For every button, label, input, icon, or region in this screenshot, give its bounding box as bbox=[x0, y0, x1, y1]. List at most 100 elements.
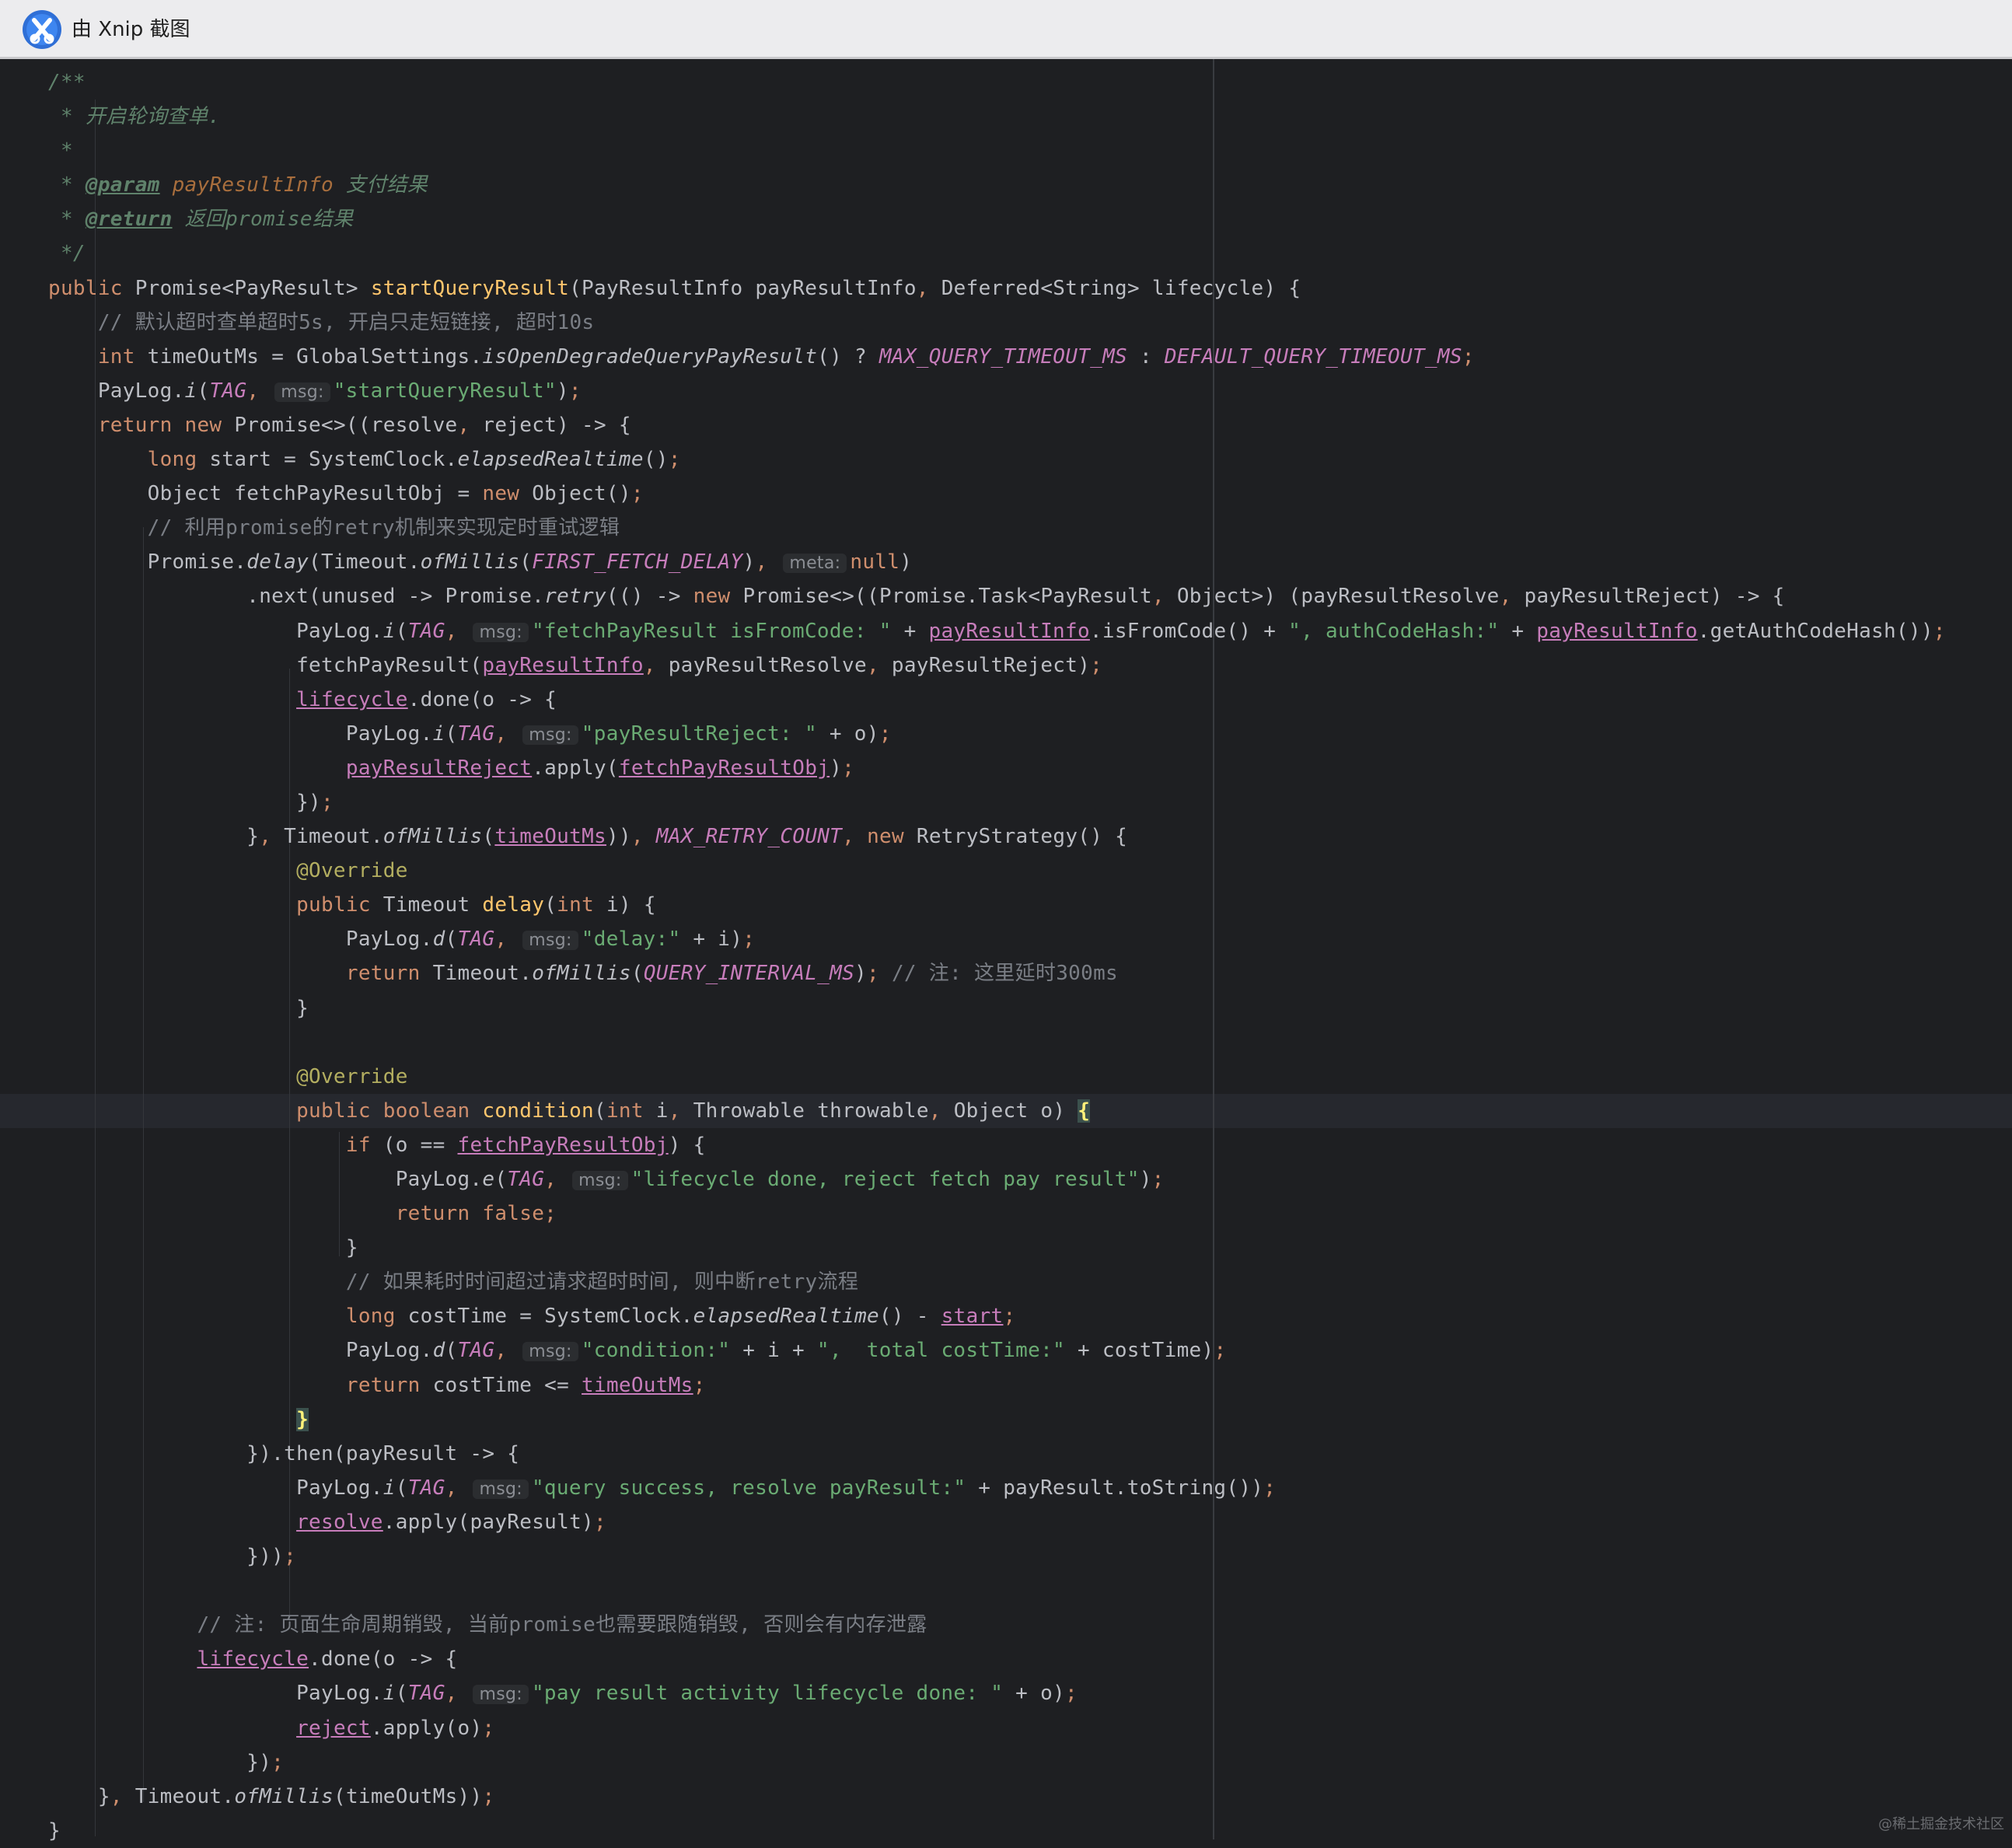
annotation: @Override bbox=[48, 1064, 408, 1088]
code-line[interactable]: return false; bbox=[48, 1196, 2012, 1231]
code-line[interactable]: lifecycle.done(o -> { bbox=[48, 683, 2012, 717]
punctuation: , bbox=[246, 379, 272, 403]
code-text: Promise<PayResult> bbox=[134, 276, 371, 300]
punctuation: , bbox=[1499, 585, 1525, 609]
code-line[interactable]: return Timeout.ofMillis(QUERY_INTERVAL_M… bbox=[48, 956, 2012, 990]
code-line[interactable]: * bbox=[48, 134, 2012, 168]
code-line[interactable]: public boolean condition(int i, Throwabl… bbox=[48, 1094, 2012, 1128]
code-line[interactable]: })); bbox=[48, 1539, 2012, 1574]
code-text: Timeout. bbox=[284, 825, 383, 849]
code-line[interactable]: payResultReject.apply(fetchPayResultObj)… bbox=[48, 751, 2012, 785]
code-text: } bbox=[48, 1818, 61, 1843]
code-line[interactable]: PayLog.d(TAG, msg: "delay:" + i); bbox=[48, 922, 2012, 956]
code-line[interactable] bbox=[48, 1025, 2012, 1060]
code-line[interactable]: }); bbox=[48, 785, 2012, 819]
code-line[interactable]: @Override bbox=[48, 1060, 2012, 1094]
code-line[interactable]: // 默认超时查单超时5s, 开启只走短链接, 超时10s bbox=[48, 306, 2012, 340]
code-line[interactable]: long start = SystemClock.elapsedRealtime… bbox=[48, 442, 2012, 477]
punctuation: ; bbox=[482, 1784, 495, 1808]
code-text: Timeout. bbox=[432, 962, 533, 986]
code-text: () ? bbox=[817, 344, 879, 369]
code-text: ) bbox=[854, 962, 868, 986]
code-text: PayLog. bbox=[48, 721, 433, 746]
code-text: Object fetchPayResultObj = bbox=[48, 482, 483, 506]
code-line[interactable]: * @return 返回promise结果 bbox=[48, 202, 2012, 236]
punctuation: ; bbox=[1151, 1168, 1165, 1191]
code-line[interactable]: }, Timeout.ofMillis(timeOutMs)), MAX_RET… bbox=[48, 819, 2012, 854]
punctuation: ; bbox=[693, 1373, 706, 1397]
code-line[interactable]: PayLog.i(TAG, msg: "fetchPayResult isFrom… bbox=[48, 614, 2012, 648]
code-line[interactable]: * @param payResultInfo 支付结果 bbox=[48, 168, 2012, 202]
code-text: ( bbox=[593, 1099, 606, 1123]
code-line[interactable]: // 注: 页面生命周期销毁, 当前promise也需要跟随销毁, 否则会有内存… bbox=[48, 1608, 2012, 1642]
code-text: PayLog. bbox=[48, 1168, 483, 1191]
code-line[interactable]: PayLog.e(TAG, msg: "lifecycle done, rejec… bbox=[48, 1162, 2012, 1196]
code-line[interactable]: * 开启轮询查单. bbox=[48, 100, 2012, 134]
punctuation: ; bbox=[630, 482, 644, 506]
code-line[interactable]: } bbox=[48, 991, 2012, 1025]
code-line[interactable]: public Promise<PayResult> startQueryResu… bbox=[48, 271, 2012, 306]
code-text: ( bbox=[494, 1168, 508, 1191]
code-text: (PayResultInfo payResultInfo bbox=[569, 276, 917, 300]
static-call: e bbox=[482, 1168, 495, 1191]
punctuation: ; bbox=[1214, 1339, 1227, 1363]
code-line[interactable]: Object fetchPayResultObj = new Object(); bbox=[48, 477, 2012, 511]
punctuation: ; bbox=[271, 1750, 285, 1774]
code-line[interactable]: int timeOutMs = GlobalSettings.isOpenDeg… bbox=[48, 340, 2012, 374]
code-line[interactable]: lifecycle.done(o -> { bbox=[48, 1642, 2012, 1676]
code-line[interactable]: long costTime = SystemClock.elapsedRealt… bbox=[48, 1299, 2012, 1333]
constant: MAX_QUERY_TIMEOUT_MS bbox=[879, 344, 1128, 369]
code-line[interactable]: PayLog.i(TAG, msg: "startQueryResult"); bbox=[48, 374, 2012, 408]
code-line[interactable]: public Timeout delay(int i) { bbox=[48, 888, 2012, 922]
code-line[interactable]: } bbox=[48, 1814, 2012, 1848]
code-line[interactable]: Promise.delay(Timeout.ofMillis(FIRST_FET… bbox=[48, 545, 2012, 579]
code-line[interactable]: // 利用promise的retry机制来实现定时重试逻辑 bbox=[48, 511, 2012, 545]
code-line[interactable]: PayLog.d(TAG, msg: "condition:" + i + ", … bbox=[48, 1333, 2012, 1368]
code-line[interactable]: }, Timeout.ofMillis(timeOutMs)); bbox=[48, 1780, 2012, 1814]
code-line[interactable]: }).then(payResult -> { bbox=[48, 1437, 2012, 1471]
code-line[interactable]: return new Promise<>((resolve, reject) -… bbox=[48, 408, 2012, 442]
doc-tag: @param bbox=[85, 173, 160, 197]
constant: DEFAULT_QUERY_TIMEOUT_MS bbox=[1164, 344, 1462, 369]
string-literal: "fetchPayResult isFromCode: " bbox=[531, 619, 892, 643]
code-line[interactable] bbox=[48, 1574, 2012, 1608]
code-line[interactable]: }); bbox=[48, 1745, 2012, 1780]
code-line[interactable]: } bbox=[48, 1403, 2012, 1437]
code-line[interactable]: fetchPayResult(payResultInfo, payResultR… bbox=[48, 648, 2012, 683]
code-editor[interactable]: /** * 开启轮询查单. * * @param payResultInfo 支… bbox=[0, 59, 2012, 1843]
xnip-app-icon bbox=[23, 10, 61, 49]
code-line[interactable]: .next(unused -> Promise.retry(() -> new … bbox=[48, 579, 2012, 613]
code-text: ( bbox=[482, 825, 495, 849]
captured-variable: timeOutMs bbox=[582, 1373, 693, 1397]
code-line[interactable]: } bbox=[48, 1231, 2012, 1265]
code-line[interactable]: resolve.apply(payResult); bbox=[48, 1505, 2012, 1539]
punctuation: , bbox=[630, 825, 656, 849]
doc-comment: * 开启轮询查单. bbox=[48, 105, 221, 129]
parameter-hint: meta: bbox=[783, 554, 847, 574]
method-name: condition bbox=[482, 1099, 594, 1123]
code-line[interactable]: // 如果耗时时间超过请求超时时间, 则中断retry流程 bbox=[48, 1265, 2012, 1299]
code-line[interactable]: PayLog.i(TAG, msg: "payResultReject: " + … bbox=[48, 717, 2012, 751]
window-title: 由 Xnip 截图 bbox=[72, 18, 190, 41]
code-text: ( bbox=[395, 1682, 408, 1706]
code-line[interactable]: PayLog.i(TAG, msg: "pay result activity l… bbox=[48, 1676, 2012, 1710]
static-call: i bbox=[184, 379, 197, 403]
doc-comment: 支付结果 bbox=[333, 173, 428, 197]
captured-variable: fetchPayResultObj bbox=[618, 756, 830, 780]
code-line[interactable]: /** bbox=[48, 65, 2012, 100]
code-line[interactable]: return costTime <= timeOutMs; bbox=[48, 1368, 2012, 1403]
matched-brace: } bbox=[296, 1407, 309, 1431]
string-literal: "query success, resolve payResult:" bbox=[531, 1476, 966, 1500]
code-line[interactable]: reject.apply(o); bbox=[48, 1711, 2012, 1745]
punctuation: , bbox=[544, 1168, 570, 1191]
punctuation: ; bbox=[742, 927, 756, 952]
punctuation: , bbox=[866, 653, 892, 677]
code-line[interactable]: PayLog.i(TAG, msg: "query success, resolv… bbox=[48, 1471, 2012, 1505]
string-literal: "payResultReject: " bbox=[581, 721, 817, 746]
code-line[interactable]: */ bbox=[48, 236, 2012, 271]
code-line[interactable]: @Override bbox=[48, 854, 2012, 888]
code-line[interactable]: if (o == fetchPayResultObj) { bbox=[48, 1128, 2012, 1162]
static-call: retry bbox=[544, 585, 606, 609]
